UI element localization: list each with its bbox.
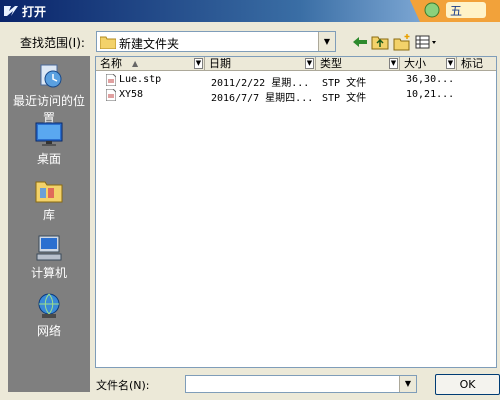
place-desktop[interactable]: 桌面 — [8, 120, 90, 167]
lookin-dropdown[interactable]: 新建文件夹 ▼ — [96, 31, 336, 52]
sort-indicator-icon: ▲ — [132, 59, 139, 68]
chevron-down-icon[interactable]: ▼ — [399, 376, 416, 392]
filename-label: 文件名(N): — [96, 379, 150, 392]
filename-field[interactable]: ▼ — [185, 375, 417, 393]
column-header-size[interactable]: 大小 ▼ — [400, 57, 457, 71]
place-recent[interactable]: 最近访问的位 置 — [8, 62, 90, 126]
recent-places-icon — [40, 64, 62, 88]
place-network[interactable]: 网络 — [8, 292, 90, 339]
ok-button[interactable]: OK — [435, 374, 500, 395]
views-menu-icon[interactable] — [414, 33, 438, 51]
column-dropdown-icon[interactable]: ▼ — [389, 58, 398, 69]
file-size: 10,21... — [406, 89, 455, 100]
file-icon — [106, 74, 116, 86]
decoration-banner-icon: 五 — [410, 0, 500, 22]
column-dropdown-icon[interactable]: ▼ — [446, 58, 455, 69]
column-header-date[interactable]: 日期 ▼ — [205, 57, 316, 71]
chevron-down-icon[interactable]: ▼ — [318, 32, 335, 51]
folder-icon — [100, 36, 116, 49]
up-folder-icon[interactable] — [370, 33, 390, 51]
title-bar[interactable]: 打开 五 — [0, 0, 500, 22]
computer-icon — [36, 235, 62, 261]
file-name: Lue.stp — [119, 74, 162, 85]
lookin-label: 查找范围(I): — [20, 36, 85, 50]
filename-input[interactable] — [186, 376, 400, 392]
file-size: 36,30... — [406, 74, 455, 85]
file-date: 2011/2/22 星期... — [211, 78, 310, 89]
network-icon — [38, 293, 60, 318]
file-row[interactable]: Lue.stp 2011/2/22 星期... STP 文件 36,30... — [96, 73, 496, 89]
places-bar: 最近访问的位 置 桌面 库 计算机 网络 — [8, 56, 90, 392]
column-name-label: 名称 — [100, 57, 122, 70]
file-date: 2016/7/7 星期四... — [211, 93, 314, 104]
file-type: STP 文件 — [322, 93, 367, 104]
libraries-icon — [35, 181, 63, 203]
place-computer[interactable]: 计算机 — [8, 234, 90, 281]
desktop-icon — [35, 122, 63, 146]
column-type-label: 类型 — [320, 57, 342, 70]
column-dropdown-icon[interactable]: ▼ — [194, 58, 203, 69]
column-header-type[interactable]: 类型 ▼ — [316, 57, 400, 71]
decoration-text: 五 — [450, 4, 462, 18]
column-date-label: 日期 — [209, 57, 231, 70]
column-header-name[interactable]: 名称 ▲ ▼ — [96, 57, 205, 71]
file-row[interactable]: XY58 2016/7/7 星期四... STP 文件 10,21... — [96, 88, 496, 104]
app-logo-icon — [4, 6, 18, 16]
column-tag-label: 标记 — [461, 57, 483, 70]
place-libraries[interactable]: 库 — [8, 176, 90, 223]
place-label: 计算机 — [30, 266, 67, 280]
column-dropdown-icon[interactable]: ▼ — [305, 58, 314, 69]
place-label: 网络 — [36, 324, 61, 338]
window-title: 打开 — [22, 5, 47, 19]
file-icon — [106, 89, 116, 101]
place-label: 库 — [42, 208, 55, 222]
place-label-line1: 最近访问的位 — [12, 94, 85, 108]
column-size-label: 大小 — [404, 57, 426, 70]
new-folder-icon[interactable] — [392, 33, 412, 51]
file-type: STP 文件 — [322, 78, 367, 89]
place-label: 桌面 — [36, 152, 61, 166]
file-list[interactable]: 名称 ▲ ▼ 日期 ▼ 类型 ▼ 大小 ▼ 标记 Lue.stp 2011/2/… — [95, 56, 497, 368]
file-name: XY58 — [119, 89, 144, 100]
column-header-tag[interactable]: 标记 — [457, 57, 496, 71]
back-arrow-icon[interactable] — [350, 33, 370, 51]
lookin-value: 新建文件夹 — [119, 37, 180, 51]
